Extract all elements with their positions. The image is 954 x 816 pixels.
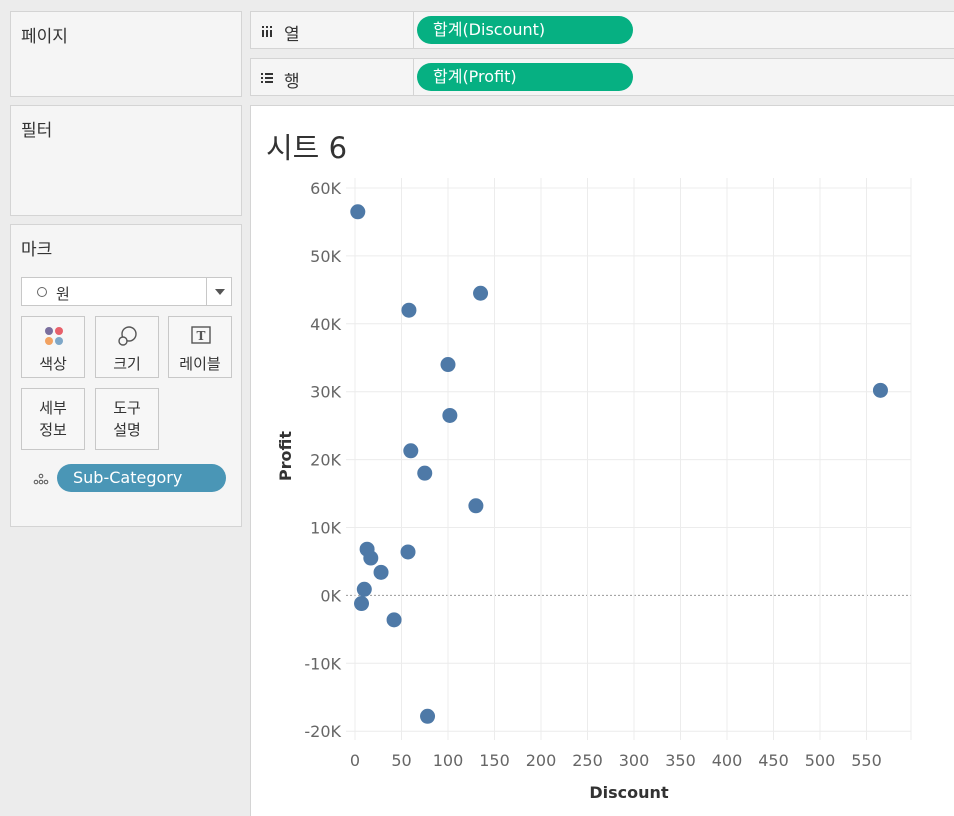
mark-type-dropdown[interactable]: 원 (21, 277, 232, 306)
scatter-point[interactable] (473, 285, 489, 301)
scatter-point[interactable] (420, 708, 436, 724)
chevron-down-icon[interactable] (215, 289, 225, 295)
columns-shelf-label: 열 (284, 25, 300, 45)
size-button-label: 크기 (113, 355, 141, 373)
x-tick-label: 100 (433, 751, 464, 770)
x-tick-label: 450 (758, 751, 789, 770)
x-tick-label: 200 (526, 751, 557, 770)
scatter-point[interactable] (401, 302, 417, 318)
chart-grid (346, 178, 912, 740)
detail-button-label: 세부 정보 (39, 399, 67, 439)
sub-category-pill[interactable]: Sub-Category (57, 464, 226, 492)
x-tick-label: 350 (665, 751, 696, 770)
data-points (350, 204, 888, 724)
columns-icon (262, 26, 272, 37)
label-button-label: 레이블 (179, 355, 221, 373)
filters-card[interactable]: 필터 (10, 105, 242, 216)
pages-card[interactable]: 페이지 (10, 11, 242, 97)
scatter-point[interactable] (354, 596, 370, 612)
shelf-divider (413, 12, 414, 48)
y-tick-label: 20K (310, 451, 341, 470)
x-axis-ticks: 0 50 100 150 200 250 300 350 400 450 500 550 (350, 751, 882, 770)
color-palette-icon (45, 327, 63, 345)
tooltip-button[interactable]: 도구 설명 (95, 388, 159, 450)
shelf-divider (413, 59, 414, 95)
x-tick-label: 550 (851, 751, 882, 770)
text-label-icon: T (191, 326, 211, 344)
svg-text:T: T (197, 329, 206, 343)
scatter-point[interactable] (872, 382, 888, 398)
y-tick-label: 30K (310, 383, 341, 402)
circle-icon (37, 287, 47, 297)
color-button-label: 색상 (39, 355, 67, 373)
scatter-point[interactable] (373, 564, 389, 580)
detail-dots-icon (33, 473, 49, 485)
x-tick-label: 400 (712, 751, 743, 770)
x-tick-label: 500 (805, 751, 836, 770)
y-axis-ticks: 60K 50K 40K 30K 20K 10K 0K -10K -20K (304, 179, 341, 741)
columns-shelf: 열 합계(Discount) (250, 11, 954, 49)
rows-shelf: 행 합계(Profit) (250, 58, 954, 96)
scatter-point[interactable] (386, 612, 402, 628)
detail-button[interactable]: 세부 정보 (21, 388, 85, 450)
color-button[interactable]: 색상 (21, 316, 85, 378)
y-axis-title: Profit (276, 431, 295, 481)
scatter-point[interactable] (442, 407, 458, 423)
rows-shelf-label: 행 (284, 72, 300, 92)
marks-card: 마크 원 색상 크기 T 레이블 세부 정보 도구 설명 Sub-Categor… (10, 224, 242, 527)
label-button[interactable]: T 레이블 (168, 316, 232, 378)
profit-pill[interactable]: 합계(Profit) (417, 63, 633, 91)
scatter-point[interactable] (440, 357, 456, 373)
x-tick-label: 150 (479, 751, 510, 770)
sheet-view: 시트 6 60K 50K 40K 30K 20K 10K 0K -10K -20K 0 50 100… (250, 105, 954, 816)
size-icon (118, 326, 137, 346)
rows-icon (261, 73, 273, 83)
scatter-point[interactable] (363, 550, 379, 566)
scatter-chart[interactable]: 60K 50K 40K 30K 20K 10K 0K -10K -20K 0 50 100 150 20… (251, 106, 954, 816)
y-tick-label: 40K (310, 315, 341, 334)
discount-pill[interactable]: 합계(Discount) (417, 16, 633, 44)
scatter-point[interactable] (350, 204, 366, 220)
y-tick-label: 60K (310, 179, 341, 198)
y-tick-label: -20K (304, 722, 341, 741)
y-tick-label: 0K (320, 586, 341, 605)
y-tick-label: -10K (304, 654, 341, 673)
dropdown-divider (206, 278, 207, 305)
tooltip-button-label: 도구 설명 (113, 399, 141, 439)
mark-type-label: 원 (56, 285, 70, 303)
marks-card-title: 마크 (21, 240, 53, 260)
x-tick-label: 0 (350, 751, 360, 770)
size-button[interactable]: 크기 (95, 316, 159, 378)
scatter-point[interactable] (403, 443, 419, 459)
x-axis-title: Discount (589, 783, 669, 802)
scatter-point[interactable] (417, 465, 433, 481)
x-tick-label: 300 (619, 751, 650, 770)
filters-card-title: 필터 (21, 121, 53, 141)
y-tick-label: 10K (310, 519, 341, 538)
scatter-point[interactable] (356, 581, 372, 597)
x-tick-label: 250 (572, 751, 603, 770)
scatter-point[interactable] (400, 544, 416, 560)
pages-card-title: 페이지 (21, 27, 68, 47)
y-tick-label: 50K (310, 247, 341, 266)
x-tick-label: 50 (391, 751, 411, 770)
scatter-point[interactable] (468, 498, 484, 514)
